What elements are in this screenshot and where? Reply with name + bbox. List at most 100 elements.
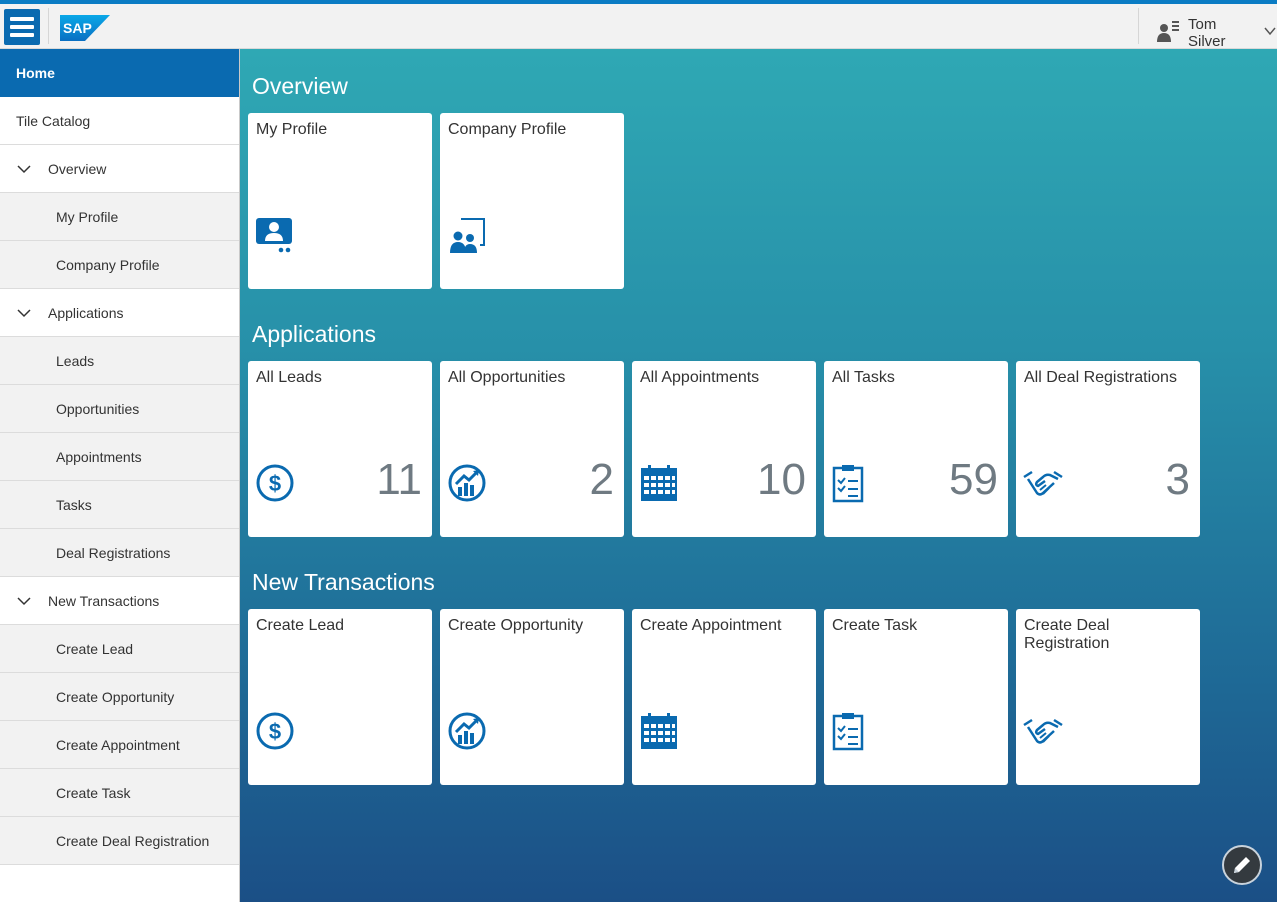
sidebar-item-my-profile[interactable]: My Profile [0,193,239,241]
menu-bar-icon [10,17,34,21]
tile-all-appointments[interactable]: All Appointments 10 [632,361,816,537]
opportunity-icon [448,464,486,502]
handshake-icon [1023,470,1063,496]
sidebar-item-label: Opportunities [56,400,140,417]
tile-count: 3 [1165,455,1190,504]
tile-count: 2 [589,455,614,504]
launchpad-content: Overview My Profile Company Profile Appl… [240,49,1277,902]
sidebar-group-label: Overview [48,160,107,177]
sidebar-item-appointments[interactable]: Appointments [0,433,239,481]
tile-all-opportunities[interactable]: All Opportunities 2 [440,361,624,537]
tile-all-leads[interactable]: All Leads $ 11 [248,361,432,537]
handshake-icon [1023,718,1063,744]
pencil-icon [1234,857,1250,873]
section-title-overview: Overview [252,73,348,99]
section-title-applications: Applications [252,321,377,347]
tile-title: Create Deal Registration [1024,617,1110,652]
dollar-icon: $ [256,464,294,502]
tile-title: Company Profile [448,121,567,138]
opportunity-icon [448,712,486,750]
sidebar-item-create-opportunity[interactable]: Create Opportunity [0,673,239,721]
tile-count: 59 [949,455,998,504]
svg-text:$: $ [269,471,281,496]
sidebar-item-tile-catalog[interactable]: Tile Catalog [0,97,239,145]
sidebar-item-label: My Profile [56,208,119,225]
sidebar-group-label: New Transactions [48,592,160,609]
sidebar-item-label: Create Deal Registration [56,832,210,849]
chevron-down-icon [17,308,31,317]
user-menu[interactable]: Tom Silver [1156,16,1277,50]
sidebar-group-new-transactions[interactable]: New Transactions [0,577,239,625]
sidebar-item-home[interactable]: Home [0,49,239,97]
tile-title: All Appointments [640,369,760,386]
sidebar-item-label: Create Task [56,784,131,801]
chevron-down-icon [17,164,31,173]
user-divider [1138,8,1139,44]
section-title-new-transactions: New Transactions [252,569,435,595]
tile-create-lead[interactable]: Create Lead $ [248,609,432,785]
tile-title: All Opportunities [448,369,566,386]
edit-button[interactable] [1222,845,1262,885]
sidebar-item-create-lead[interactable]: Create Lead [0,625,239,673]
task-icon [832,713,864,751]
calendar-icon [641,465,677,501]
sidebar-item-label: Leads [56,352,95,369]
sidebar-group-label: Applications [48,304,124,321]
tile-company-profile[interactable]: Company Profile [440,113,624,289]
tile-title: All Leads [256,369,322,386]
calendar-icon [641,713,677,749]
tile-title: All Tasks [832,369,895,386]
sidebar-item-label: Home [16,65,55,81]
menu-bar-icon [10,25,34,29]
tile-all-deal-registrations[interactable]: All Deal Registrations 3 [1016,361,1200,537]
shell-header: SAP Tom Silver [0,0,1277,50]
sidebar-item-create-task[interactable]: Create Task [0,769,239,817]
sidebar-item-label: Create Appointment [56,736,180,753]
tile-title: Create Appointment [640,617,782,634]
sidebar-item-label: Deal Registrations [56,544,171,561]
tile-title: Create Opportunity [448,617,584,634]
header-divider [48,8,49,44]
sidebar-item-company-profile[interactable]: Company Profile [0,241,239,289]
chevron-down-icon [1263,24,1277,43]
tile-title: Create Task [832,617,918,634]
tile-title: My Profile [256,121,328,138]
chevron-down-icon [17,596,31,605]
hamburger-menu-button[interactable] [4,9,40,45]
sidebar-item-tasks[interactable]: Tasks [0,481,239,529]
menu-bar-icon [10,33,34,37]
sidebar-item-deal-registrations[interactable]: Deal Registrations [0,529,239,577]
sidebar-item-create-deal-registration[interactable]: Create Deal Registration [0,817,239,865]
svg-text:SAP: SAP [63,20,92,36]
tile-title: Create Lead [256,617,345,634]
tile-count: 10 [757,455,806,504]
task-icon [832,465,864,503]
profile-icon [256,218,292,253]
tile-my-profile[interactable]: My Profile [248,113,432,289]
company-icon [450,218,485,253]
sap-logo[interactable]: SAP [60,15,110,46]
svg-text:$: $ [269,719,281,744]
dollar-icon: $ [256,712,294,750]
user-icon [1156,19,1180,48]
tile-create-appointment[interactable]: Create Appointment [632,609,816,785]
sidebar-item-label: Create Lead [56,640,134,657]
tile-create-task[interactable]: Create Task [824,609,1008,785]
sidebar-group-overview[interactable]: Overview [0,145,239,193]
tile-all-tasks[interactable]: All Tasks 59 [824,361,1008,537]
sidebar-item-label: Tile Catalog [16,112,91,129]
tile-title: All Deal Registrations [1024,369,1177,386]
sidebar-item-label: Appointments [56,448,142,465]
tile-create-deal-registration[interactable]: Create Deal Registration [1016,609,1200,785]
sidebar-item-label: Tasks [56,496,92,513]
sidebar-item-opportunities[interactable]: Opportunities [0,385,239,433]
navigation-sidebar: Home Tile Catalog Overview My Profile Co… [0,49,240,902]
tile-count: 11 [376,455,422,504]
sidebar-item-leads[interactable]: Leads [0,337,239,385]
sidebar-item-label: Create Opportunity [56,688,175,705]
tile-create-opportunity[interactable]: Create Opportunity [440,609,624,785]
sidebar-group-applications[interactable]: Applications [0,289,239,337]
sidebar-item-label: Company Profile [56,256,160,273]
sidebar-item-create-appointment[interactable]: Create Appointment [0,721,239,769]
user-name: Tom Silver [1188,16,1226,50]
